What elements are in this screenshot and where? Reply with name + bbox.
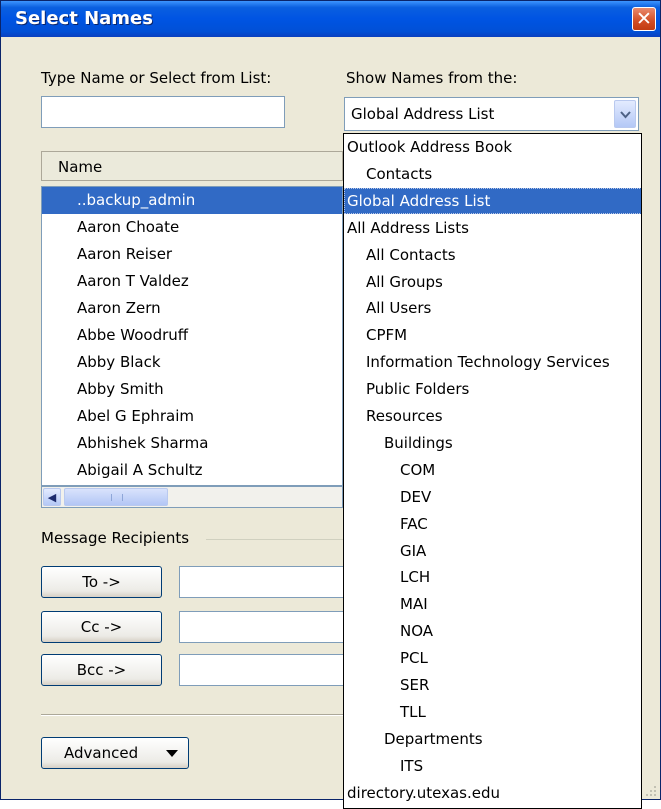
cc-button-label: Cc -> xyxy=(80,618,123,636)
bcc-button-label: Bcc -> xyxy=(76,661,127,679)
dropdown-option[interactable]: All Address Lists xyxy=(344,215,641,241)
dropdown-option[interactable]: ITS xyxy=(344,753,641,779)
dropdown-option[interactable]: CPFM xyxy=(344,322,641,348)
dropdown-option[interactable]: NOA xyxy=(344,618,641,644)
group-divider xyxy=(206,539,344,540)
grip-icon xyxy=(111,494,123,501)
cc-button[interactable]: Cc -> xyxy=(41,611,162,643)
dropdown-option[interactable]: Buildings xyxy=(344,430,641,456)
dropdown-option[interactable]: GIA xyxy=(344,538,641,564)
advanced-button-label: Advanced xyxy=(64,744,139,762)
separator xyxy=(41,714,344,716)
dropdown-option[interactable]: Information Technology Services xyxy=(344,349,641,375)
list-item[interactable]: Abhishek Sharma xyxy=(42,430,342,457)
dropdown-option[interactable]: Resources xyxy=(344,403,641,429)
scroll-thumb[interactable] xyxy=(64,488,168,506)
dropdown-option[interactable]: FAC xyxy=(344,511,641,537)
dropdown-option[interactable]: MAI xyxy=(344,591,641,617)
list-item[interactable]: Abbe Woodruff xyxy=(42,322,342,349)
dropdown-option[interactable]: Departments xyxy=(344,726,641,752)
dropdown-option[interactable]: All Contacts xyxy=(344,242,641,268)
list-item[interactable]: Abel G Ephraim xyxy=(42,403,342,430)
chevron-down-icon xyxy=(620,111,631,119)
dropdown-option[interactable]: Outlook Address Book xyxy=(344,134,641,160)
column-header-label: Name xyxy=(58,158,103,176)
dropdown-option[interactable]: Global Address List xyxy=(344,187,641,214)
dropdown-arrow-button[interactable] xyxy=(614,100,636,128)
dropdown-option[interactable]: TLL xyxy=(344,699,641,725)
address-book-label: Show Names from the: xyxy=(346,69,518,87)
to-button-label: To -> xyxy=(82,573,121,591)
close-button[interactable]: ✕ xyxy=(632,7,656,31)
dropdown-option[interactable]: PCL xyxy=(344,645,641,671)
dropdown-option[interactable]: All Users xyxy=(344,295,641,321)
list-item[interactable]: Abigail A Schultz xyxy=(42,457,342,484)
caret-down-icon xyxy=(166,750,178,757)
list-item[interactable]: Aaron Choate xyxy=(42,214,342,241)
dropdown-option[interactable]: DEV xyxy=(344,484,641,510)
title-bar[interactable]: Select Names ✕ xyxy=(1,1,660,37)
list-item[interactable]: Aaron Reiser xyxy=(42,241,342,268)
dropdown-option[interactable]: Contacts xyxy=(344,161,641,187)
address-book-dropdown-list[interactable]: Outlook Address Book Contacts Global Addre… xyxy=(343,133,642,809)
bcc-recipients-field[interactable] xyxy=(179,654,349,686)
to-button[interactable]: To -> xyxy=(41,566,162,598)
dropdown-option[interactable]: LCH xyxy=(344,564,641,590)
bcc-button[interactable]: Bcc -> xyxy=(41,654,162,686)
horizontal-scrollbar[interactable]: ◀ xyxy=(41,486,343,508)
dropdown-option[interactable]: SER xyxy=(344,672,641,698)
list-item[interactable]: Abby Smith xyxy=(42,376,342,403)
scroll-left-arrow-icon[interactable]: ◀ xyxy=(43,488,61,506)
cc-recipients-field[interactable] xyxy=(179,611,349,643)
dialog-title: Select Names xyxy=(15,8,153,29)
address-book-select[interactable]: Global Address List xyxy=(344,97,639,131)
name-column-header[interactable]: Name xyxy=(41,151,343,181)
list-item[interactable]: ..backup_admin xyxy=(42,187,342,214)
advanced-button[interactable]: Advanced xyxy=(41,737,189,769)
dropdown-option[interactable]: All Groups xyxy=(344,269,641,295)
dropdown-option[interactable]: COM xyxy=(344,457,641,483)
close-icon: ✕ xyxy=(636,8,652,30)
list-item[interactable]: Abby Black xyxy=(42,349,342,376)
names-list[interactable]: ..backup_admin Aaron Choate Aaron Reiser Aa… xyxy=(41,186,343,486)
list-item[interactable]: Aaron T Valdez xyxy=(42,268,342,295)
dropdown-option[interactable]: directory.utexas.edu xyxy=(344,780,641,806)
to-recipients-field[interactable] xyxy=(179,566,349,598)
name-search-input[interactable] xyxy=(41,96,285,128)
message-recipients-label: Message Recipients xyxy=(41,529,190,547)
address-book-selected-value: Global Address List xyxy=(351,105,495,123)
dropdown-option[interactable]: Public Folders xyxy=(344,376,641,402)
search-label: Type Name or Select from List: xyxy=(41,69,272,87)
list-item[interactable]: Aaron Zern xyxy=(42,295,342,322)
resize-grip-icon[interactable] xyxy=(644,784,658,798)
